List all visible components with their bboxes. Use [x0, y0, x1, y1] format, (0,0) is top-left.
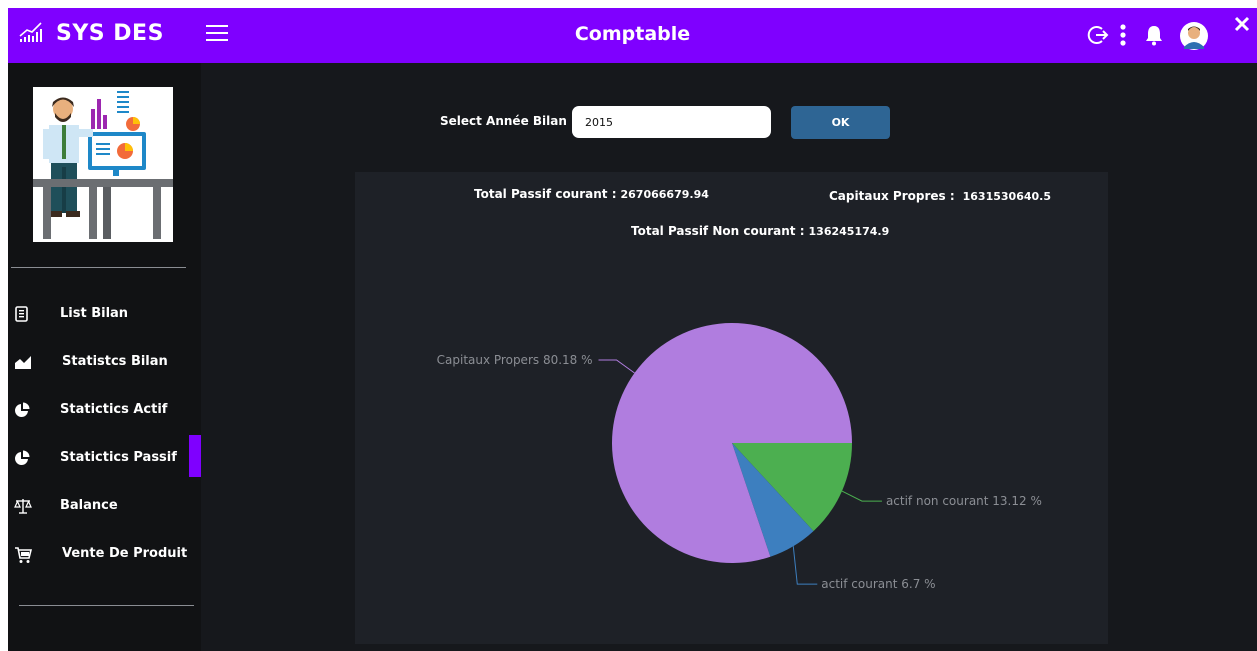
sidebar-item-label: Vente De Produit: [62, 546, 188, 561]
chart-panel: Total Passif courant :267066679.94 Capit…: [355, 172, 1108, 644]
logout-icon[interactable]: [1087, 24, 1109, 50]
sidebar-item-statistcs-bilan[interactable]: Statistcs Bilan: [8, 339, 201, 387]
year-select-label: Select Année Bilan: [440, 114, 567, 128]
sidebar-item-balance[interactable]: Balance: [8, 483, 201, 531]
page-title-wrap: Comptable: [8, 23, 1257, 45]
top-bar: SYS DES Comptable: [8, 8, 1257, 63]
pie-leader-line: [792, 546, 818, 585]
chart-icon: [18, 20, 44, 46]
avatar-icon[interactable]: [1179, 21, 1209, 55]
sidebar-divider-top: [11, 267, 186, 268]
sidebar-item-label: List Bilan: [60, 306, 129, 321]
brand: SYS DES: [18, 20, 164, 46]
menu-icon[interactable]: [206, 24, 228, 42]
sidebar: List Bilan Statistcs Bilan Statictics Ac…: [8, 63, 201, 651]
pie-slice-label: actif courant 6.7 %: [821, 577, 935, 591]
sidebar-item-label: Statictics Actif: [60, 402, 168, 417]
pie-chart-icon: [14, 402, 30, 418]
close-icon[interactable]: [1234, 16, 1250, 36]
year-input[interactable]: [572, 106, 771, 138]
cart-icon: [14, 546, 33, 563]
app-window: SYS DES Comptable List Bilan Statistcs B…: [8, 8, 1257, 651]
pie-slice-label: Capitaux Propers 80.18 %: [437, 353, 593, 367]
sidebar-divider-bottom: [19, 605, 194, 606]
pie-slice-label: actif non courant 13.12 %: [886, 494, 1042, 508]
page-title: Comptable: [574, 23, 691, 45]
pie-leader-line: [841, 490, 882, 502]
sidebar-item-label: Statictics Passif: [60, 450, 177, 465]
list-icon: [14, 306, 30, 322]
more-vertical-icon[interactable]: [1119, 23, 1127, 51]
sidebar-nav: List Bilan Statistcs Bilan Statictics Ac…: [8, 291, 201, 579]
scale-icon: [14, 498, 32, 514]
main-content: Select Année Bilan OK Total Passif coura…: [201, 63, 1257, 651]
bell-icon[interactable]: [1144, 24, 1164, 50]
sidebar-item-label: Statistcs Bilan: [62, 354, 168, 369]
area-chart-icon: [14, 354, 31, 370]
pie-chart-icon: [14, 450, 30, 466]
sidebar-item-statictics-passif[interactable]: Statictics Passif: [8, 435, 201, 483]
ok-button[interactable]: OK: [791, 106, 890, 139]
pie-leader-line: [598, 359, 635, 374]
accountant-illustration: [33, 87, 173, 242]
active-indicator: [189, 435, 201, 477]
sidebar-item-list-bilan[interactable]: List Bilan: [8, 291, 201, 339]
sidebar-item-label: Balance: [60, 498, 118, 513]
sidebar-item-vente-de-produit[interactable]: Vente De Produit: [8, 531, 201, 579]
sidebar-item-statictics-actif[interactable]: Statictics Actif: [8, 387, 201, 435]
pie-chart: actif non courant 13.12 % actif courant 6…: [437, 323, 1042, 591]
brand-title: SYS DES: [56, 20, 164, 46]
